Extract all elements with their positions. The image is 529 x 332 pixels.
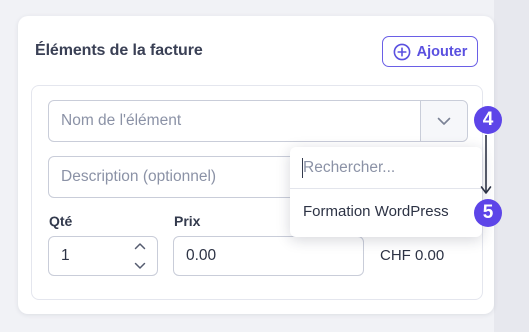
dropdown-search-input[interactable]: Rechercher... — [290, 147, 482, 189]
chevron-down-icon[interactable] — [420, 101, 467, 141]
text-cursor — [302, 158, 303, 178]
item-search-dropdown: Rechercher... Formation WordPress — [290, 147, 482, 237]
step-badge-5: 5 — [474, 199, 502, 227]
quantity-value: 1 — [61, 247, 70, 264]
add-item-label: Ajouter — [416, 43, 468, 60]
price-input[interactable]: 0.00 — [173, 236, 364, 276]
quantity-stepper[interactable]: 1 — [48, 236, 158, 276]
line-total: CHF 0.00 — [380, 247, 445, 264]
item-name-placeholder: Nom de l'élément — [61, 112, 182, 129]
qty-label: Qté — [49, 213, 73, 229]
arrow-down-icon — [478, 133, 494, 202]
dropdown-option[interactable]: Formation WordPress — [303, 203, 449, 220]
plus-circle-icon — [393, 43, 411, 61]
dropdown-search-placeholder: Rechercher... — [303, 159, 396, 176]
price-label: Prix — [174, 213, 201, 229]
add-item-button[interactable]: Ajouter — [382, 36, 478, 67]
chevron-up-down-icon[interactable] — [133, 242, 147, 270]
item-description-input[interactable]: Description (optionnel) — [48, 156, 308, 198]
background-panel-edge — [494, 0, 529, 332]
step-badge-4: 4 — [474, 106, 502, 134]
item-name-select[interactable]: Nom de l'élément — [48, 100, 468, 142]
section-title: Éléments de la facture — [35, 42, 203, 59]
